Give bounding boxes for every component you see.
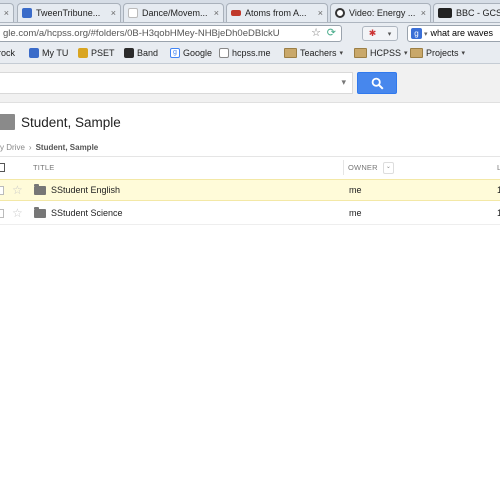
bookmark-band[interactable]: Band bbox=[124, 48, 158, 58]
chevron-down-icon: ▾ bbox=[461, 50, 466, 57]
folder-icon bbox=[354, 48, 367, 58]
breadcrumb: y Drive › Student, Sample bbox=[0, 143, 98, 152]
bookmark-folder-projects[interactable]: Projects ▾ bbox=[410, 48, 465, 58]
select-all-checkbox[interactable] bbox=[0, 163, 5, 172]
google-icon: g bbox=[170, 48, 180, 58]
close-icon[interactable]: × bbox=[315, 8, 323, 18]
tab-atoms[interactable]: Atoms from A... × bbox=[226, 3, 328, 22]
chevron-down-icon: ▾ bbox=[387, 30, 392, 38]
atoms-favicon-icon bbox=[231, 10, 241, 16]
search-query-text: what are waves bbox=[430, 28, 494, 38]
bookmark-folder-hcpss[interactable]: HCPSS ▾ bbox=[354, 48, 408, 58]
bookmark-star-icon[interactable]: ☆ bbox=[311, 26, 321, 41]
star-icon[interactable]: ☆ bbox=[12, 183, 23, 197]
address-bar[interactable]: gle.com/a/hcpss.org/#folders/0B-H3qobHMe… bbox=[0, 25, 342, 42]
drive-header: ▾ bbox=[0, 64, 500, 103]
tab-tweentribune[interactable]: TweenTribune... × bbox=[17, 3, 121, 22]
table-row[interactable]: ☆ SStudent Science me 1 bbox=[0, 203, 500, 225]
bookmark-hcpss-me[interactable]: hcpss.me bbox=[219, 48, 271, 58]
close-icon[interactable]: × bbox=[1, 8, 9, 18]
browser-toolbar: gle.com/a/hcpss.org/#folders/0B-H3qobHMe… bbox=[0, 23, 500, 45]
browser-search-box[interactable]: g ▾ what are waves bbox=[407, 25, 500, 42]
drive-search-button[interactable] bbox=[357, 72, 397, 94]
tab-label: TweenTribune... bbox=[36, 8, 101, 18]
column-header-title[interactable]: TITLE bbox=[33, 163, 54, 172]
band-icon bbox=[124, 48, 134, 58]
column-divider bbox=[343, 160, 344, 175]
bbc-favicon-icon bbox=[438, 8, 452, 18]
bookmarks-bar: rock My TU PSET Band gGoogle hcpss.me Te… bbox=[0, 45, 500, 64]
row-checkbox[interactable] bbox=[0, 209, 4, 218]
page-icon bbox=[219, 48, 229, 58]
table-row[interactable]: ☆ SStudent English me 1 bbox=[0, 179, 500, 201]
folder-icon bbox=[410, 48, 423, 58]
tab-dance-movement[interactable]: Dance/Movem... × bbox=[123, 3, 224, 22]
address-text: gle.com/a/hcpss.org/#folders/0B-H3qobHMe… bbox=[3, 28, 280, 39]
breadcrumb-current: Student, Sample bbox=[35, 143, 99, 152]
tab-bbc-gcse[interactable]: BBC - GCSE bbox=[433, 3, 500, 22]
extension-button[interactable]: ✱ ▾ bbox=[362, 26, 398, 41]
owner-cell: me bbox=[349, 185, 362, 195]
bookmark-folder-teachers[interactable]: Teachers ▾ bbox=[284, 48, 343, 58]
pset-icon bbox=[78, 48, 88, 58]
tweentribune-favicon-icon bbox=[22, 8, 32, 18]
page-favicon-icon bbox=[128, 8, 138, 18]
tab-label: BBC - GCSE bbox=[456, 8, 500, 18]
bookmark-google[interactable]: g Google bbox=[170, 48, 212, 58]
sync-icon[interactable]: ⟳ bbox=[327, 26, 336, 41]
bookmark-pset[interactable]: PSET bbox=[78, 48, 115, 58]
folder-name[interactable]: SStudent Science bbox=[51, 208, 123, 218]
folder-icon bbox=[34, 184, 46, 195]
folder-icon bbox=[34, 207, 46, 218]
folder-icon bbox=[284, 48, 297, 58]
bookmark-rock[interactable]: rock bbox=[0, 48, 15, 58]
column-header-owner[interactable]: OWNER bbox=[348, 163, 378, 172]
close-icon[interactable]: × bbox=[418, 8, 426, 18]
tab-label: Video: Energy ... bbox=[349, 8, 416, 18]
breadcrumb-separator: › bbox=[28, 143, 32, 152]
chevron-down-icon: ▾ bbox=[404, 50, 408, 57]
my-tu-icon bbox=[29, 48, 39, 58]
row-checkbox[interactable] bbox=[0, 186, 4, 195]
star-icon[interactable]: ☆ bbox=[12, 206, 23, 220]
tab-previous[interactable]: × bbox=[0, 3, 14, 22]
file-list-header: TITLE OWNER ⌄ L bbox=[0, 156, 500, 180]
page-title: Student, Sample bbox=[21, 115, 121, 130]
shared-folder-icon bbox=[0, 114, 15, 130]
search-icon bbox=[371, 77, 384, 90]
tab-label: Dance/Movem... bbox=[142, 8, 208, 18]
close-icon[interactable]: × bbox=[211, 8, 219, 18]
chevron-down-icon[interactable]: ▾ bbox=[424, 31, 428, 38]
search-options-chevron-icon[interactable]: ▾ bbox=[341, 77, 346, 88]
folder-name[interactable]: SStudent English bbox=[51, 185, 120, 195]
breadcrumb-my-drive[interactable]: y Drive bbox=[0, 143, 25, 152]
close-icon[interactable]: × bbox=[108, 8, 116, 18]
owner-cell: me bbox=[349, 208, 362, 218]
google-g-icon: g bbox=[411, 28, 422, 39]
owner-sort-chevron-icon[interactable]: ⌄ bbox=[383, 162, 394, 174]
chevron-down-icon: ▾ bbox=[339, 50, 344, 57]
drive-search-input[interactable]: ▾ bbox=[0, 72, 353, 94]
tab-label: Atoms from A... bbox=[245, 8, 307, 18]
browser-tab-strip: × TweenTribune... × Dance/Movem... × Ato… bbox=[0, 0, 500, 23]
tab-video-energy[interactable]: Video: Energy ... × bbox=[330, 3, 431, 22]
video-favicon-icon bbox=[335, 8, 345, 18]
folder-title-row: Student, Sample bbox=[0, 106, 500, 138]
bookmark-my-tu[interactable]: My TU bbox=[29, 48, 68, 58]
extension-icon: ✱ bbox=[368, 28, 377, 38]
